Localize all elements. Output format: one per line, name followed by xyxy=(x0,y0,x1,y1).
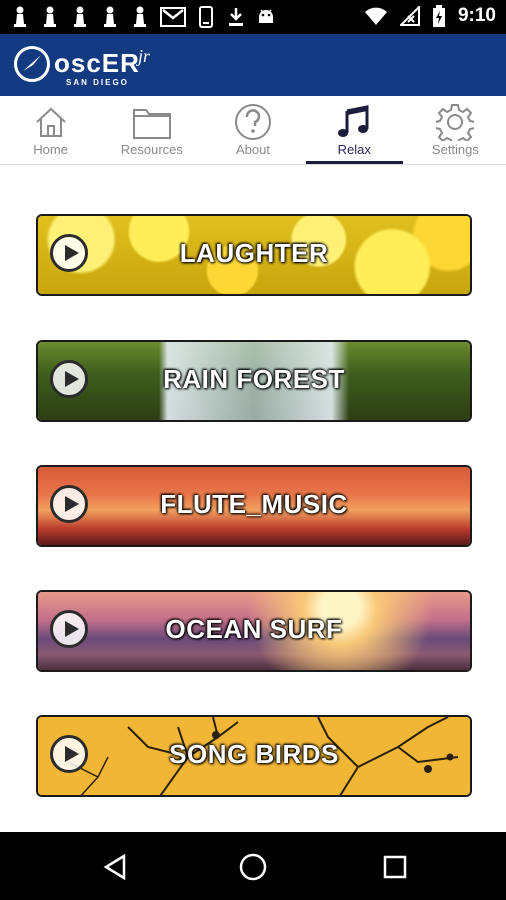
home-icon xyxy=(31,102,71,142)
tab-relax[interactable]: Relax xyxy=(304,96,405,164)
signal-off-icon xyxy=(399,5,420,27)
compass-logo-icon xyxy=(14,46,50,82)
tab-bar: Home Resources About Relax Settings xyxy=(0,96,506,165)
sound-label: FLUTE_MUSIC xyxy=(160,489,348,519)
tab-home[interactable]: Home xyxy=(0,96,101,164)
chess-pawn-icon xyxy=(40,6,60,28)
sound-button-laughter[interactable]: LAUGHTER xyxy=(36,214,472,296)
status-bar-notifications xyxy=(10,6,276,28)
tab-label: Relax xyxy=(337,142,371,157)
battery-charging-icon xyxy=(432,5,446,27)
music-note-icon xyxy=(334,102,374,142)
sound-button-ocean-surf[interactable]: OCEAN SURF xyxy=(36,590,472,672)
logo-subtitle: SAN DIEGO xyxy=(66,78,129,87)
status-bar-system: 9:10 xyxy=(364,5,496,27)
chess-pawn-icon xyxy=(10,6,30,28)
phone-icon xyxy=(196,6,216,28)
logo-jr: jr xyxy=(138,46,151,66)
sound-label: RAIN FOREST xyxy=(163,364,345,394)
question-icon xyxy=(233,102,273,142)
sound-button-song-birds[interactable]: SONG BIRDS xyxy=(36,715,472,797)
tab-resources[interactable]: Resources xyxy=(101,96,202,164)
sound-label: SONG BIRDS xyxy=(169,739,339,769)
status-bar: 9:10 xyxy=(0,0,506,34)
active-tab-indicator xyxy=(305,161,403,164)
clock: 9:10 xyxy=(457,5,496,26)
sound-label: LAUGHTER xyxy=(179,238,329,268)
folder-icon xyxy=(132,102,172,142)
sound-button-rain-forest[interactable]: RAIN FOREST xyxy=(36,340,472,422)
tab-about[interactable]: About xyxy=(202,96,303,164)
sound-label: OCEAN SURF xyxy=(165,614,343,644)
sound-button-flute-music[interactable]: FLUTE_MUSIC xyxy=(36,465,472,547)
logo-text: oscER xyxy=(54,48,140,78)
home-circle-icon[interactable] xyxy=(238,852,268,882)
tab-settings[interactable]: Settings xyxy=(405,96,506,164)
back-icon[interactable] xyxy=(100,852,130,882)
tab-label: Resources xyxy=(120,142,183,157)
chess-pawn-icon xyxy=(130,6,150,28)
wifi-icon xyxy=(364,5,388,27)
gear-icon xyxy=(435,102,475,142)
navigation-bar xyxy=(0,832,506,900)
gmail-icon xyxy=(160,6,186,28)
tab-label: Home xyxy=(33,142,68,157)
recents-square-icon[interactable] xyxy=(380,852,410,882)
android-icon xyxy=(256,6,276,28)
tab-label: About xyxy=(236,142,270,157)
oscer-logo[interactable]: oscER jr SAN DIEGO xyxy=(12,40,162,88)
chess-pawn-icon xyxy=(100,6,120,28)
tab-label: Settings xyxy=(431,142,479,157)
download-icon xyxy=(226,6,246,28)
chess-pawn-icon xyxy=(70,6,90,28)
app-bar: oscER jr SAN DIEGO xyxy=(0,34,506,96)
